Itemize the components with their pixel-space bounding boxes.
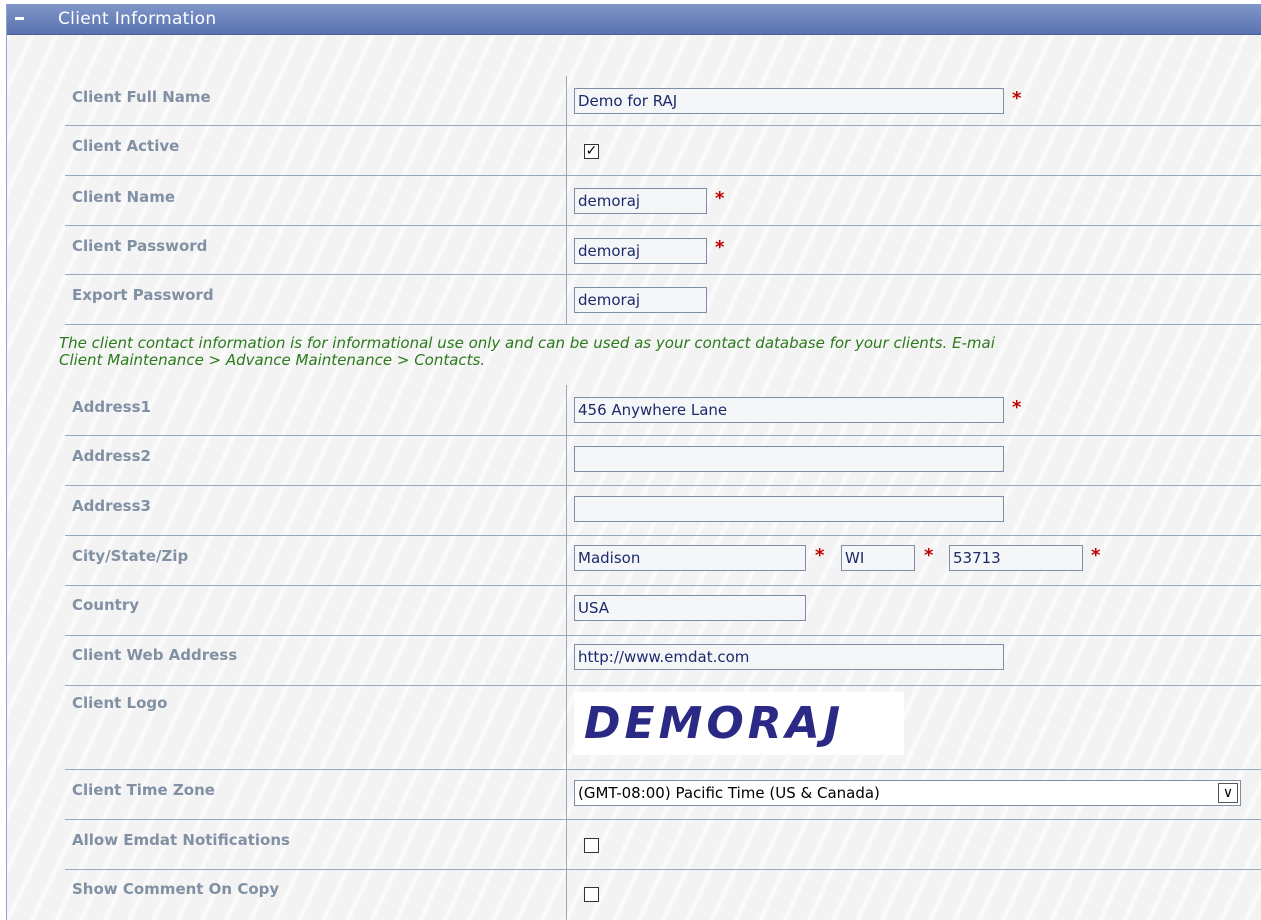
- section-header: Client Information: [7, 4, 1261, 35]
- city-state-zip-label: City/State/Zip: [72, 547, 189, 565]
- client-logo-text: DEMORAJ: [584, 698, 845, 749]
- address3-label: Address3: [72, 497, 151, 515]
- state-input[interactable]: WI: [841, 545, 915, 571]
- client-password-label: Client Password: [72, 237, 208, 255]
- row-divider: [65, 485, 1261, 486]
- row-divider: [65, 635, 1261, 636]
- column-divider: [566, 76, 567, 324]
- row-divider: [65, 869, 1261, 870]
- client-name-input[interactable]: demoraj: [574, 188, 707, 214]
- allow-emdat-notifications-checkbox[interactable]: [584, 838, 599, 853]
- row-divider: [65, 685, 1261, 686]
- client-full-name-input[interactable]: Demo for RAJ: [574, 88, 1004, 114]
- row-divider: [65, 324, 1261, 325]
- client-time-zone-label: Client Time Zone: [72, 781, 215, 799]
- client-logo-image: DEMORAJ: [574, 692, 904, 755]
- contact-note-line: The client contact information is for in…: [59, 334, 995, 352]
- country-input[interactable]: USA: [574, 595, 806, 621]
- row-divider: [65, 819, 1261, 820]
- row-divider: [65, 585, 1261, 586]
- client-password-input[interactable]: demoraj: [574, 238, 707, 264]
- row-divider: [65, 435, 1261, 436]
- client-information-panel: Client Information Client Full Name Demo…: [6, 4, 1261, 920]
- required-asterisk: *: [1012, 88, 1022, 109]
- client-web-address-input[interactable]: http://www.emdat.com: [574, 644, 1004, 670]
- show-comment-on-copy-label: Show Comment On Copy: [72, 880, 280, 898]
- address2-input[interactable]: [574, 446, 1004, 472]
- required-asterisk: *: [815, 545, 825, 566]
- client-time-zone-value: (GMT-08:00) Pacific Time (US & Canada): [578, 784, 880, 802]
- client-web-address-label: Client Web Address: [72, 646, 238, 664]
- client-time-zone-select[interactable]: (GMT-08:00) Pacific Time (US & Canada) ∨: [574, 780, 1241, 806]
- row-divider: [65, 225, 1261, 226]
- address1-label: Address1: [72, 398, 151, 416]
- column-divider: [566, 385, 567, 920]
- address3-input[interactable]: [574, 496, 1004, 522]
- zip-input[interactable]: 53713: [949, 545, 1083, 571]
- required-asterisk: *: [1091, 545, 1101, 566]
- row-divider: [65, 535, 1261, 536]
- row-divider: [65, 125, 1261, 126]
- city-input[interactable]: Madison: [574, 545, 806, 571]
- export-password-input[interactable]: demoraj: [574, 287, 707, 313]
- contact-note-line: Client Maintenance > Advance Maintenance…: [59, 351, 486, 369]
- contact-info-note: The client contact information is for in…: [59, 335, 1259, 369]
- row-divider: [65, 274, 1261, 275]
- client-name-label: Client Name: [72, 188, 176, 206]
- allow-emdat-notifications-label: Allow Emdat Notifications: [72, 831, 290, 849]
- show-comment-on-copy-checkbox[interactable]: [584, 887, 599, 902]
- address1-input[interactable]: 456 Anywhere Lane: [574, 397, 1004, 423]
- client-logo-label: Client Logo: [72, 694, 168, 712]
- section-title: Client Information: [58, 9, 217, 29]
- address2-label: Address2: [72, 447, 151, 465]
- chevron-down-icon[interactable]: ∨: [1218, 783, 1238, 803]
- collapse-minus-icon[interactable]: [15, 13, 25, 23]
- client-active-checkbox[interactable]: ✓: [584, 144, 599, 159]
- required-asterisk: *: [1012, 397, 1022, 418]
- row-divider: [65, 769, 1261, 770]
- client-active-label: Client Active: [72, 137, 180, 155]
- country-label: Country: [72, 596, 140, 614]
- export-password-label: Export Password: [72, 286, 214, 304]
- required-asterisk: *: [924, 545, 934, 566]
- required-asterisk: *: [715, 188, 725, 209]
- row-divider: [65, 175, 1261, 176]
- client-full-name-label: Client Full Name: [72, 88, 211, 106]
- required-asterisk: *: [715, 237, 725, 258]
